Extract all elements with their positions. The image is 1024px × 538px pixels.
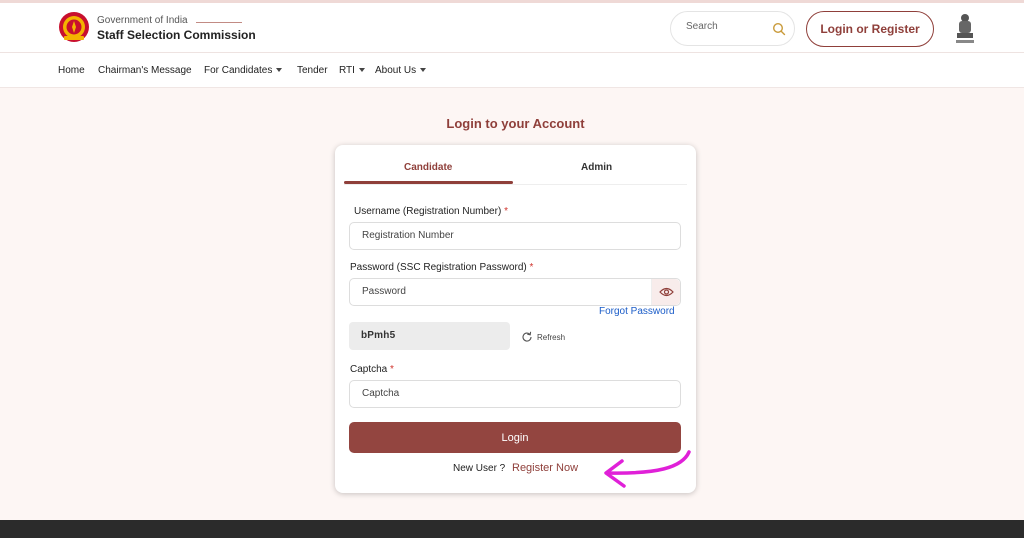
captcha-input[interactable] <box>362 388 652 399</box>
captcha-code: bPmh5 <box>361 330 396 341</box>
nav-item-label: Tender <box>297 65 328 76</box>
password-label: Password (SSC Registration Password) * <box>350 262 533 273</box>
tab-divider <box>344 184 687 185</box>
password-field[interactable] <box>349 278 681 306</box>
gov-of-india-text: Government of India <box>97 15 188 26</box>
username-input[interactable] <box>362 230 652 241</box>
main-nav: Home Chairman's Message For Candidates T… <box>0 53 1024 88</box>
required-mark: * <box>390 364 394 375</box>
captcha-label: Captcha * <box>350 364 394 375</box>
org-name: Staff Selection Commission <box>97 28 256 42</box>
login-register-button[interactable]: Login or Register <box>806 11 934 47</box>
register-now-link[interactable]: Register Now <box>512 462 578 474</box>
search-input[interactable] <box>686 21 766 32</box>
header-decorative-line <box>196 22 242 23</box>
required-mark: * <box>529 262 534 273</box>
required-mark: * <box>504 206 508 217</box>
username-label: Username (Registration Number) * <box>354 206 508 217</box>
login-card: Candidate Admin Username (Registration N… <box>335 145 696 493</box>
chevron-down-icon <box>420 68 427 73</box>
new-user-text: New User ? <box>453 463 506 474</box>
nav-item-tender[interactable]: Tender <box>297 65 328 76</box>
username-label-text: Username (Registration Number) <box>354 206 502 217</box>
chevron-down-icon <box>276 68 283 73</box>
nav-item-rti[interactable]: RTI <box>339 65 365 76</box>
password-input[interactable] <box>362 286 652 297</box>
national-emblem-icon <box>956 14 974 43</box>
ssc-logo-icon[interactable] <box>58 11 90 43</box>
site-footer <box>0 520 1024 538</box>
nav-item-home[interactable]: Home <box>58 65 85 76</box>
refresh-label: Refresh <box>537 332 566 342</box>
nav-item-label: Chairman's Message <box>98 65 192 76</box>
nav-item-chairmans-message[interactable]: Chairman's Message <box>98 65 192 76</box>
captcha-label-text: Captcha <box>350 364 388 375</box>
username-field[interactable] <box>349 222 681 250</box>
eye-icon[interactable] <box>659 286 674 298</box>
refresh-captcha-button[interactable]: Refresh <box>521 330 565 344</box>
tab-admin[interactable]: Admin <box>581 162 612 173</box>
password-label-text: Password (SSC Registration Password) <box>350 262 527 273</box>
search-icon[interactable] <box>772 22 786 36</box>
site-header: Government of India Staff Selection Comm… <box>0 3 1024 53</box>
nav-item-about-us[interactable]: About Us <box>375 65 427 76</box>
captcha-field[interactable] <box>349 380 681 408</box>
nav-item-label: About Us <box>375 65 417 76</box>
captcha-image: bPmh5 <box>349 322 510 350</box>
nav-item-label: Home <box>58 65 85 76</box>
nav-item-label: For Candidates <box>204 65 273 76</box>
active-tab-indicator <box>344 181 513 184</box>
chevron-down-icon <box>358 68 365 73</box>
annotation-arrow-icon <box>604 450 691 488</box>
tab-candidate[interactable]: Candidate <box>404 162 452 173</box>
page-title: Login to your Account <box>446 116 585 131</box>
search-box[interactable] <box>670 11 795 46</box>
toggle-password-button[interactable] <box>651 279 680 305</box>
forgot-password-link[interactable]: Forgot Password <box>599 306 675 317</box>
refresh-icon[interactable] <box>521 331 533 343</box>
nav-item-label: RTI <box>339 65 355 76</box>
nav-item-for-candidates[interactable]: For Candidates <box>204 65 283 76</box>
